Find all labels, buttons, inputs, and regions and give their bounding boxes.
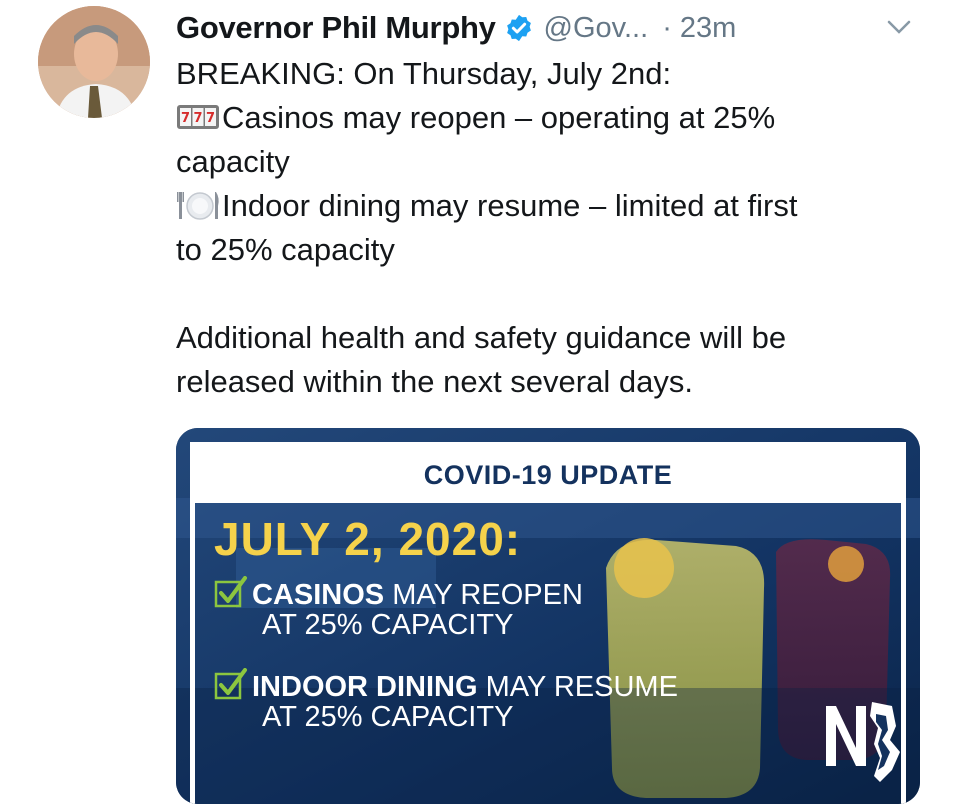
nj-logo-icon	[826, 702, 900, 782]
svg-text:7: 7	[193, 111, 202, 126]
dining-rest: MAY RESUME	[477, 671, 678, 703]
tweet-line-casinos: 7 7 7 Casinos may reopen – operating at …	[176, 96, 916, 140]
avatar[interactable]	[38, 6, 150, 118]
slot-machine-icon: 7 7 7	[177, 105, 219, 129]
checkbox-check-icon	[214, 668, 247, 700]
chevron-down-icon[interactable]	[884, 12, 914, 42]
verified-badge-icon	[506, 14, 531, 42]
tweet-header: Governor Phil Murphy @Gov... · 23m	[176, 8, 920, 48]
tweet-line-capacity-2: to 25% capacity	[176, 232, 395, 267]
separator-dot: ·	[662, 11, 672, 44]
casinos-bold: CASINOS	[252, 579, 385, 611]
svg-text:7: 7	[206, 111, 215, 126]
graphic-banner: COVID-19 UPDATE	[195, 447, 901, 503]
avatar-image	[38, 6, 150, 118]
fork-knife-plate-icon	[177, 192, 219, 220]
dining-text-a: Indoor dining may resume – limited at fi…	[222, 188, 798, 223]
author-name[interactable]: Governor Phil Murphy	[176, 10, 496, 46]
tweet-timestamp[interactable]: 23m	[680, 12, 736, 45]
graphic-date: JULY 2, 2020:	[214, 513, 522, 565]
graphic-item-dining: INDOOR DINING MAY RESUME AT 25% CAPACITY	[214, 668, 678, 732]
graphic-banner-text: COVID-19 UPDATE	[423, 459, 673, 490]
tweet-line-breaking: BREAKING: On Thursday, July 2nd:	[176, 56, 672, 91]
dining-bold: INDOOR DINING	[252, 671, 478, 703]
tweet-line-released: released within the next several days.	[176, 364, 693, 399]
tweet-line-dining: Indoor dining may resume – limited at fi…	[176, 184, 916, 228]
casinos-text-a: Casinos may reopen – operating at 25%	[222, 100, 776, 135]
tweet-text: BREAKING: On Thursday, July 2nd: 7 7 7 C…	[176, 52, 916, 404]
tweet-line-additional: Additional health and safety guidance wi…	[176, 320, 787, 355]
checkbox-check-icon	[214, 576, 247, 608]
casinos-rest: MAY REOPEN	[384, 579, 583, 611]
dining-sub: AT 25% CAPACITY	[262, 701, 514, 733]
tweet-line-capacity: capacity	[176, 144, 290, 179]
graphic-item-casinos: CASINOS MAY REOPEN AT 25% CAPACITY	[214, 576, 583, 640]
svg-text:7: 7	[181, 111, 190, 126]
casinos-sub: AT 25% CAPACITY	[262, 609, 514, 641]
tweet-media-image[interactable]: COVID-19 UPDATE JULY 2, 2020: CASINOS MA…	[176, 428, 920, 804]
author-handle[interactable]: @Gov...	[544, 12, 649, 45]
